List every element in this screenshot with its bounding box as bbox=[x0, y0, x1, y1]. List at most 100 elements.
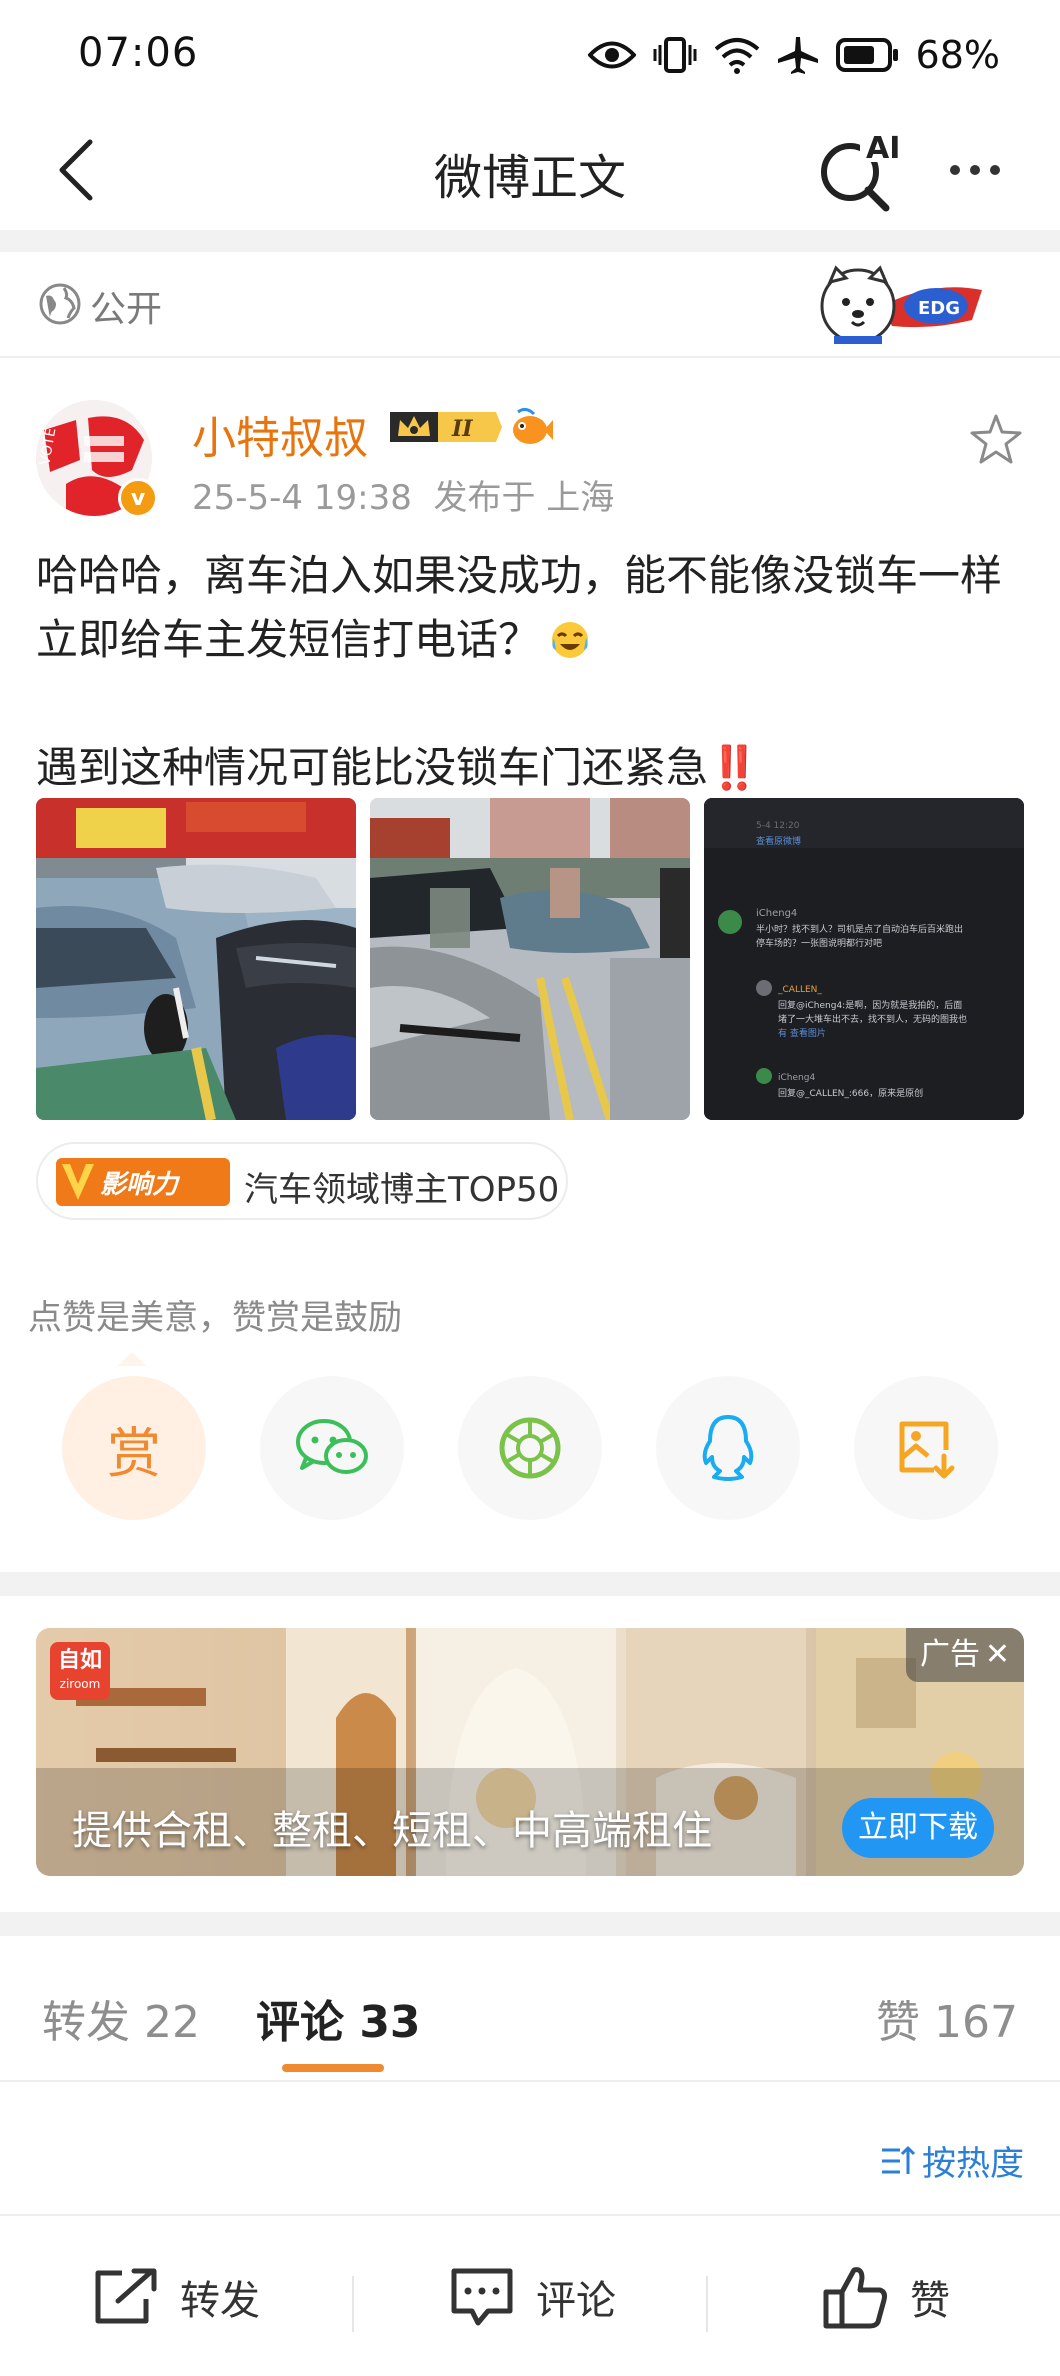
vibrate-icon bbox=[653, 37, 697, 73]
share-wechat-button[interactable] bbox=[260, 1376, 404, 1520]
status-icons: 68% bbox=[587, 30, 1000, 80]
favorite-star-icon[interactable] bbox=[966, 410, 1026, 470]
visibility-label: 公开 bbox=[90, 289, 163, 330]
double-exclamation-icon: ‼️ bbox=[708, 743, 761, 792]
shot-line-6: 堵了一大堆车出不去，找不到人，无码的图我也 bbox=[778, 1013, 967, 1025]
shot-line-2: 半小时？找不到人？司机是点了自动泊车后百米跑出 bbox=[756, 923, 963, 935]
shot-line-5: 回复@iCheng4:是啊，因为就是我拍的，后面 bbox=[778, 999, 962, 1011]
ad-logo-bottom: ziroom bbox=[59, 1677, 101, 1691]
ad-download-button[interactable]: 立即下载 bbox=[842, 1798, 994, 1858]
ad-tag: 广告 ✕ bbox=[906, 1628, 1024, 1682]
more-dot bbox=[990, 165, 1000, 175]
post-text-line1: 哈哈哈，离车泊入如果没成功，能不能像没锁车一样立即给车主发短信打电话？ bbox=[36, 544, 1026, 672]
wechat-icon bbox=[296, 1419, 368, 1474]
sort-icon bbox=[882, 2146, 916, 2174]
reward-button[interactable]: 赏 bbox=[62, 1376, 206, 1520]
influence-logo-icon: 影响力 bbox=[56, 1158, 230, 1206]
ai-label: AI bbox=[866, 131, 900, 166]
status-time: 07:06 bbox=[78, 30, 199, 76]
share-moments-button[interactable] bbox=[458, 1376, 602, 1520]
verified-badge: v bbox=[118, 478, 158, 518]
nav-bar: 微博正文 AI bbox=[0, 110, 1060, 230]
fish-icon bbox=[513, 407, 553, 444]
svg-text:EDG: EDG bbox=[918, 298, 960, 319]
ad-brand-logo: 自如 ziroom bbox=[50, 1642, 110, 1700]
repost-button[interactable]: 转发 bbox=[92, 2262, 260, 2332]
wifi-icon bbox=[714, 38, 759, 74]
ad-text: 提供合租、整租、短租、中高端租住 bbox=[72, 1808, 712, 1854]
comment-label: 评论 bbox=[536, 2278, 616, 2324]
thumbs-up-icon bbox=[823, 2267, 887, 2329]
reward-tip: 点赞是美意，赞赏是鼓励 bbox=[28, 1298, 402, 1338]
post-location: 发布于 上海 bbox=[433, 478, 615, 518]
ad-logo-top: 自如 bbox=[57, 1648, 102, 1673]
post-timestamp: 25-5-4 19:38 bbox=[192, 478, 412, 518]
svg-text:5-4 12:20: 5-4 12:20 bbox=[756, 821, 800, 831]
save-image-button[interactable] bbox=[854, 1376, 998, 1520]
post-image-3[interactable]: 5-4 12:20 查看原微博 iCheng4 半小时？找不到人？司机是点了自动… bbox=[704, 798, 1024, 1120]
vip-level-icon[interactable]: II bbox=[386, 406, 502, 448]
laugh-cry-emoji-icon bbox=[552, 622, 589, 658]
post-image-1[interactable] bbox=[36, 798, 356, 1120]
section-divider bbox=[0, 1572, 1060, 1596]
tab-repost[interactable]: 转发 22 bbox=[42, 1986, 200, 2050]
post-text-line1-content: 哈哈哈，离车泊入如果没成功，能不能像没锁车一样立即给车主发短信打电话？ bbox=[36, 551, 1003, 664]
tab-like[interactable]: 赞 167 bbox=[876, 1986, 1018, 2050]
ad-tag-label: 广告 bbox=[920, 1637, 980, 1672]
more-dot bbox=[970, 165, 980, 175]
tab-comment[interactable]: 评论 33 bbox=[256, 1986, 421, 2050]
post-text-line2: 遇到这种情况可能比没锁车门还紧急‼️ bbox=[36, 736, 1026, 800]
save-image-icon bbox=[899, 1421, 955, 1479]
reward-caret bbox=[118, 1352, 146, 1366]
airplane-icon bbox=[777, 37, 818, 74]
globe-icon bbox=[39, 283, 81, 325]
close-icon[interactable]: ✕ bbox=[985, 1628, 1010, 1682]
vip-level-text: II bbox=[451, 416, 473, 442]
sort-button[interactable]: 按热度 bbox=[878, 2136, 1024, 2185]
status-bar: 07:06 68% bbox=[0, 0, 1060, 110]
comment-icon bbox=[451, 2268, 513, 2326]
more-dot bbox=[950, 165, 960, 175]
post-text-line2-content: 遇到这种情况可能比没锁车门还紧急 bbox=[36, 743, 709, 792]
battery-percent: 68% bbox=[915, 33, 1000, 77]
moments-icon bbox=[499, 1417, 561, 1479]
repost-icon bbox=[95, 2268, 157, 2324]
more-button[interactable] bbox=[930, 130, 1020, 210]
post-meta: 25-5-4 19:38 发布于 上海 bbox=[192, 470, 614, 519]
qq-icon bbox=[702, 1415, 754, 1481]
shot-line-4: _CALLEN_ bbox=[777, 985, 822, 995]
author-name[interactable]: 小特叔叔 bbox=[192, 402, 368, 466]
shot-line-7: 有 查看图片 bbox=[778, 1027, 826, 1039]
comment-button[interactable]: 评论 bbox=[448, 2262, 616, 2332]
svg-text:查看原微博: 查看原微博 bbox=[756, 835, 801, 847]
car-photo-1 bbox=[36, 798, 356, 1120]
sort-label: 按热度 bbox=[922, 2144, 1024, 2184]
reward-label: 赏 bbox=[107, 1421, 161, 1485]
ai-search-button[interactable]: AI bbox=[814, 124, 904, 214]
post-body: 哈哈哈，离车泊入如果没成功，能不能像没锁车一样立即给车主发短信打电话？ 遇到这种… bbox=[36, 544, 1026, 800]
influence-label: 汽车领域博主TOP50 bbox=[244, 1170, 560, 1210]
ai-search-icon: AI bbox=[821, 130, 902, 212]
like-label: 赞 bbox=[910, 2278, 950, 2324]
comment-screenshot: 5-4 12:20 查看原微博 iCheng4 半小时？找不到人？司机是点了自动… bbox=[704, 798, 1024, 1120]
influence-tag[interactable]: 影响力 汽车领域博主TOP50 bbox=[36, 1142, 568, 1220]
action-separator bbox=[706, 2276, 708, 2332]
ad-banner[interactable]: 自如 ziroom 广告 ✕ 提供合租、整租、短租、中高端租住 立即下载 bbox=[36, 1628, 1024, 1876]
visibility-row: 公开 EDG bbox=[0, 252, 1060, 358]
action-separator bbox=[352, 2276, 354, 2332]
like-button[interactable]: 赞 bbox=[822, 2262, 950, 2332]
influence-logo-text: 影响力 bbox=[100, 1170, 181, 1200]
sort-row: 按热度 bbox=[0, 2084, 1060, 2214]
section-divider bbox=[0, 230, 1060, 252]
section-divider bbox=[0, 1912, 1060, 1936]
interaction-tabs: 转发 22 评论 33 赞 167 bbox=[0, 1936, 1060, 2082]
share-qq-button[interactable] bbox=[656, 1376, 800, 1520]
image-grid: 5-4 12:20 查看原微博 iCheng4 半小时？找不到人？司机是点了自动… bbox=[36, 798, 1024, 1120]
shot-line-1: iCheng4 bbox=[756, 908, 797, 919]
battery-icon bbox=[835, 38, 898, 72]
bottom-action-bar: 转发 评论 赞 bbox=[0, 2214, 1060, 2376]
post-image-2[interactable] bbox=[370, 798, 690, 1120]
eye-icon bbox=[587, 41, 636, 69]
fan-badge-icon[interactable]: EDG bbox=[812, 260, 988, 352]
